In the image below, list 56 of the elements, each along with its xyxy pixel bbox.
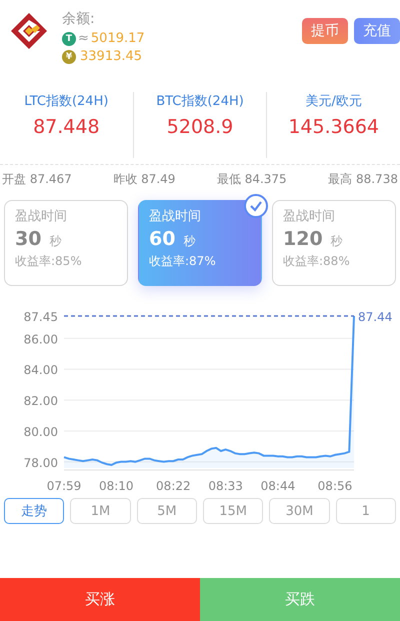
logo-icon [9,11,49,51]
axis-label: 86.00 [24,332,58,346]
duration-unit: 秒 [49,233,62,250]
stat-text: 开盘 87.467 [2,171,72,188]
index-name: 美元/欧元 [305,93,362,110]
duration-seconds: 60 [149,228,176,250]
duration-title: 盈战时间 [149,208,202,225]
timeframe-tab[interactable]: 5M [136,498,197,524]
duration-title: 盈战时间 [15,208,68,225]
yield-rate: 收益率:85% [15,253,83,270]
buy-down-button[interactable]: 买跌 [200,578,400,621]
axis-label: 08:56 [318,479,352,492]
axis-label: 78.00 [24,456,58,470]
approx-sign: ≈ [78,31,89,46]
axis-label: 80.00 [24,424,58,439]
balance-amount: 33913.45 [80,49,142,64]
timeframe-tab[interactable]: 15M [202,498,264,524]
duration-seconds: 30 [15,228,42,250]
axis-label: 07:59 [46,479,82,492]
coin-icon: T [62,32,76,46]
axis-label: 82.00 [24,394,58,408]
yield-rate: 收益率:87% [149,253,217,270]
duration-card[interactable]: 盈战时间 30 秒 收益率:85% [4,200,128,286]
timeframe-tab[interactable]: 走势 [4,498,64,524]
deposit-button[interactable]: 充值 [354,18,400,44]
duration-unit: 秒 [330,233,343,250]
index-value: 145.3664 [288,116,380,138]
index-name: BTC指数(24H) [156,93,244,110]
coin-icon: ¥ [62,50,76,64]
index-name: LTC指数(24H) [24,93,108,110]
duration-card[interactable]: 盈战时间 120 秒 收益率:88% [272,200,396,286]
yield-rate: 收益率:88% [283,253,351,270]
price-label: 87.44 [358,310,392,324]
axis-label: 84.00 [24,363,58,378]
timeframe-tab[interactable]: 1 [336,498,396,524]
withdraw-button[interactable]: 提币 [302,18,348,44]
index-value: 5208.9 [166,116,234,138]
check-icon [244,194,268,218]
balance-label: 余额: [62,10,96,28]
timeframe-tab[interactable]: 30M [269,498,330,524]
index-value: 87.448 [33,116,100,138]
balance-amount: 5019.17 [90,31,145,46]
axis-label: 08:10 [99,479,134,492]
axis-label: 08:22 [156,479,191,492]
duration-seconds: 120 [283,228,323,250]
timeframe-tab[interactable]: 1M [70,498,131,524]
duration-card[interactable]: 盈战时间 60 秒 收益率:87% [138,200,262,286]
stat-text: 最高 88.738 [328,171,398,188]
axis-label: 08:44 [260,479,296,492]
buy-up-button[interactable]: 买涨 [0,578,200,621]
stat-text: 最低 84.375 [216,171,287,188]
duration-unit: 秒 [183,233,196,250]
axis-label: 87.45 [24,310,58,324]
stat-text: 昨收 87.49 [113,171,176,188]
axis-label: 08:33 [208,479,243,492]
duration-title: 盈战时间 [283,208,336,225]
